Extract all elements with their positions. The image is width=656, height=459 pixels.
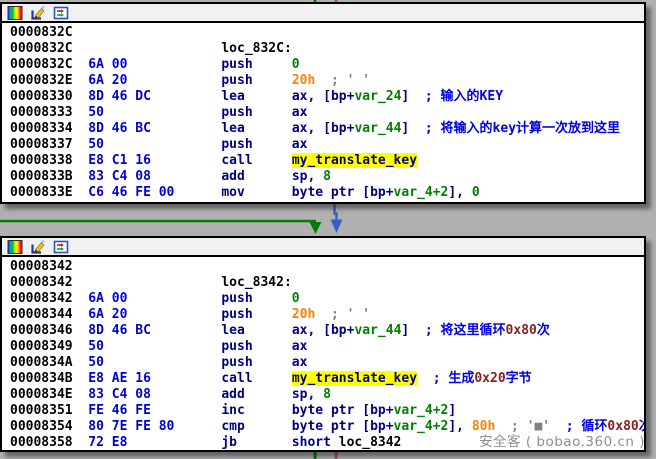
node-color-icon[interactable] <box>7 5 23 21</box>
asm-line[interactable]: 00008349 50 push ax <box>10 339 644 355</box>
asm-line[interactable]: 00008333 50 push ax <box>10 105 644 121</box>
asm-line[interactable]: 0000832C 6A 00 push 0 <box>10 57 644 73</box>
asm-line[interactable]: 00008346 8D 46 BC lea ax, [bp+var_44] ; … <box>10 323 644 339</box>
asm-line[interactable]: 00008351 FE 46 FE inc byte ptr [bp+var_4… <box>10 403 644 419</box>
watermark: 安全客 ( bobao.360.cn ) <box>479 430 645 450</box>
asm-line[interactable]: 0000834E 83 C4 08 add sp, 8 <box>10 387 644 403</box>
node-body: 0000834200008342 loc_8342:00008342 6A 00… <box>2 257 644 451</box>
asm-line[interactable]: 00008342 <box>10 259 644 275</box>
basic-block-8342[interactable]: 0000834200008342 loc_8342:00008342 6A 00… <box>0 236 646 452</box>
node-titlebar[interactable] <box>2 4 644 23</box>
asm-line[interactable]: 0000833E C6 46 FE 00 mov byte ptr [bp+va… <box>10 185 644 201</box>
edit-node-icon[interactable] <box>30 5 46 21</box>
asm-line[interactable]: 0000832C loc_832C: <box>10 41 644 57</box>
asm-line[interactable]: 0000833B 83 C4 08 add sp, 8 <box>10 169 644 185</box>
asm-line[interactable]: 0000832C <box>10 25 644 41</box>
asm-line[interactable]: 0000834A 50 push ax <box>10 355 644 371</box>
edge-fallthrough-arrowhead <box>331 220 343 234</box>
edge-loop-arrowhead <box>310 222 322 234</box>
asm-line[interactable]: 00008334 8D 46 BC lea ax, [bp+var_44] ; … <box>10 121 644 137</box>
asm-line[interactable]: 00008338 E8 C1 16 call my_translate_key <box>10 153 644 169</box>
node-body: 0000832C0000832C loc_832C:0000832C 6A 00… <box>2 23 644 201</box>
edge-stub-bottom-green <box>314 452 317 459</box>
asm-line[interactable]: 00008342 loc_8342: <box>10 275 644 291</box>
group-node-icon[interactable] <box>53 5 69 21</box>
edge-loop-line <box>0 220 316 223</box>
asm-line[interactable]: 00008342 6A 00 push 0 <box>10 291 644 307</box>
asm-line[interactable]: 00008337 50 push ax <box>10 137 644 153</box>
edit-node-icon[interactable] <box>30 239 46 255</box>
edge-fallthrough-line <box>335 204 337 220</box>
node-color-icon[interactable] <box>7 239 23 255</box>
asm-line[interactable]: 00008330 8D 46 DC lea ax, [bp+var_24] ; … <box>10 89 644 105</box>
node-titlebar[interactable] <box>2 238 644 257</box>
group-node-icon[interactable] <box>53 239 69 255</box>
asm-line[interactable]: 0000834B E8 AE 16 call my_translate_key … <box>10 371 644 387</box>
asm-line[interactable]: 00008344 6A 20 push 20h ; ' ' <box>10 307 644 323</box>
edge-stub-bottom-red <box>335 452 338 459</box>
asm-line[interactable]: 0000832E 6A 20 push 20h ; ' ' <box>10 73 644 89</box>
basic-block-832C[interactable]: 0000832C0000832C loc_832C:0000832C 6A 00… <box>0 2 646 204</box>
